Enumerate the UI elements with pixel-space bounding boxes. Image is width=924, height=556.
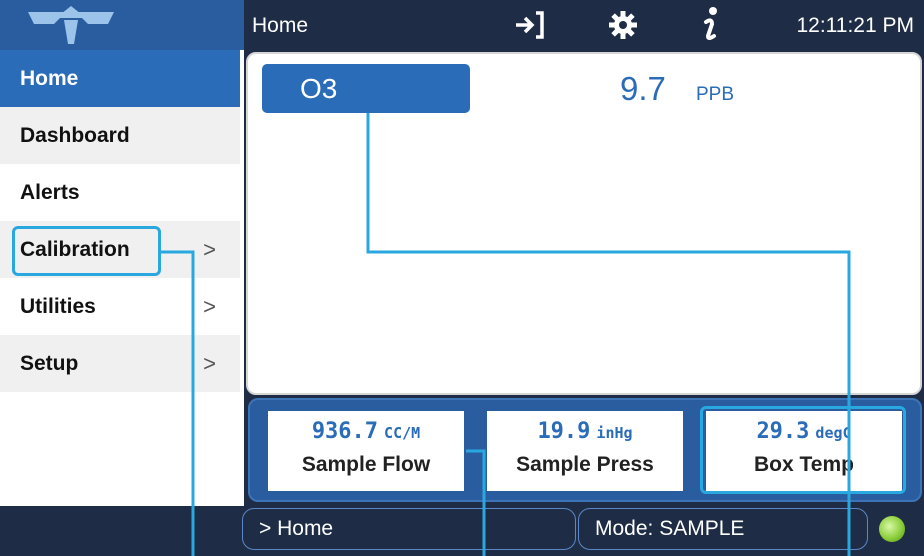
- callout-line-gas: [366, 113, 851, 556]
- callout-line-sample-flow: [466, 449, 486, 556]
- instrument-screen: Home 12:11:21 PM Home Dashboard Alerts C…: [0, 0, 924, 556]
- callout-line-calibration: [161, 250, 195, 556]
- callout-lines: [161, 113, 851, 556]
